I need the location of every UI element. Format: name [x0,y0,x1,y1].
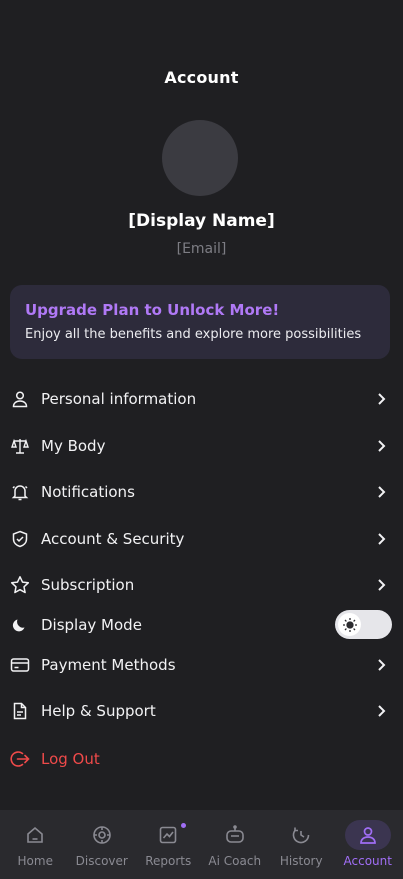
shield-icon [10,529,30,549]
log-out-button[interactable]: Log Out [0,739,403,779]
scale-icon [10,436,30,456]
tab-discover[interactable]: Discover [69,810,136,879]
menu-item-label: Personal information [41,390,197,408]
display-name: [Display Name] [128,211,275,231]
menu-item-subscription[interactable]: Subscription [0,565,403,605]
star-icon [10,575,30,595]
upgrade-title: Upgrade Plan to Unlock More! [25,301,280,319]
avatar[interactable] [162,120,238,196]
chevron-right-icon [378,440,386,452]
email: [Email] [176,241,227,257]
home-icon [27,826,44,843]
tab-label: Home [17,854,53,868]
user-icon [10,389,30,409]
tab-history[interactable]: History [268,810,335,879]
chevron-right-icon [378,579,386,591]
menu-item-label: Notifications [41,483,135,501]
menu-item-help-support[interactable]: Help & Support [0,691,403,731]
notification-dot [181,823,186,828]
credit-card-icon [10,655,30,675]
chevron-right-icon [378,533,386,545]
bell-icon [10,482,30,502]
chevron-right-icon [378,659,386,671]
tab-reports[interactable]: Reports [135,810,202,879]
tab-label: History [279,854,323,868]
compass-icon [92,826,111,844]
upgrade-plan-card[interactable]: Upgrade Plan to Unlock More! Enjoy all t… [10,285,390,359]
chevron-right-icon [378,705,386,717]
chevron-right-icon [378,486,386,498]
menu-item-account-security[interactable]: Account & Security [0,519,403,559]
sun-icon [338,613,361,636]
tab-account[interactable]: Account [335,810,402,879]
log-out-label: Log Out [41,750,100,768]
menu-item-personal-information[interactable]: Personal information [0,379,403,419]
tab-label: Ai Coach [208,854,262,868]
tab-label: Discover [75,854,128,868]
menu-item-label: My Body [41,437,106,455]
menu-item-label: Help & Support [41,702,156,720]
tab-label: Account [343,854,392,868]
menu-item-display-mode: Display Mode [0,605,403,645]
chart-icon [159,826,177,844]
tab-label: Reports [145,854,192,868]
menu-item-payment-methods[interactable]: Payment Methods [0,645,403,685]
history-icon [292,827,310,844]
menu-item-label: Subscription [41,576,135,594]
logout-icon [10,749,30,769]
bottom-tab-bar: Home Discover Reports Ai Coach History A… [0,810,403,879]
tab-ai-coach[interactable]: Ai Coach [202,810,269,879]
upgrade-subtitle: Enjoy all the benefits and explore more … [25,327,362,342]
moon-icon [10,615,30,635]
page-title: Account [164,68,239,87]
user-icon [359,827,376,844]
chevron-right-icon [378,393,386,405]
menu-item-my-body[interactable]: My Body [0,426,403,466]
menu-item-label: Account & Security [41,530,185,548]
robot-icon [225,825,244,843]
document-icon [10,701,30,721]
menu-item-notifications[interactable]: Notifications [0,472,403,512]
tab-home[interactable]: Home [2,810,69,879]
menu-item-label: Payment Methods [41,656,176,674]
display-mode-toggle[interactable] [335,610,392,639]
